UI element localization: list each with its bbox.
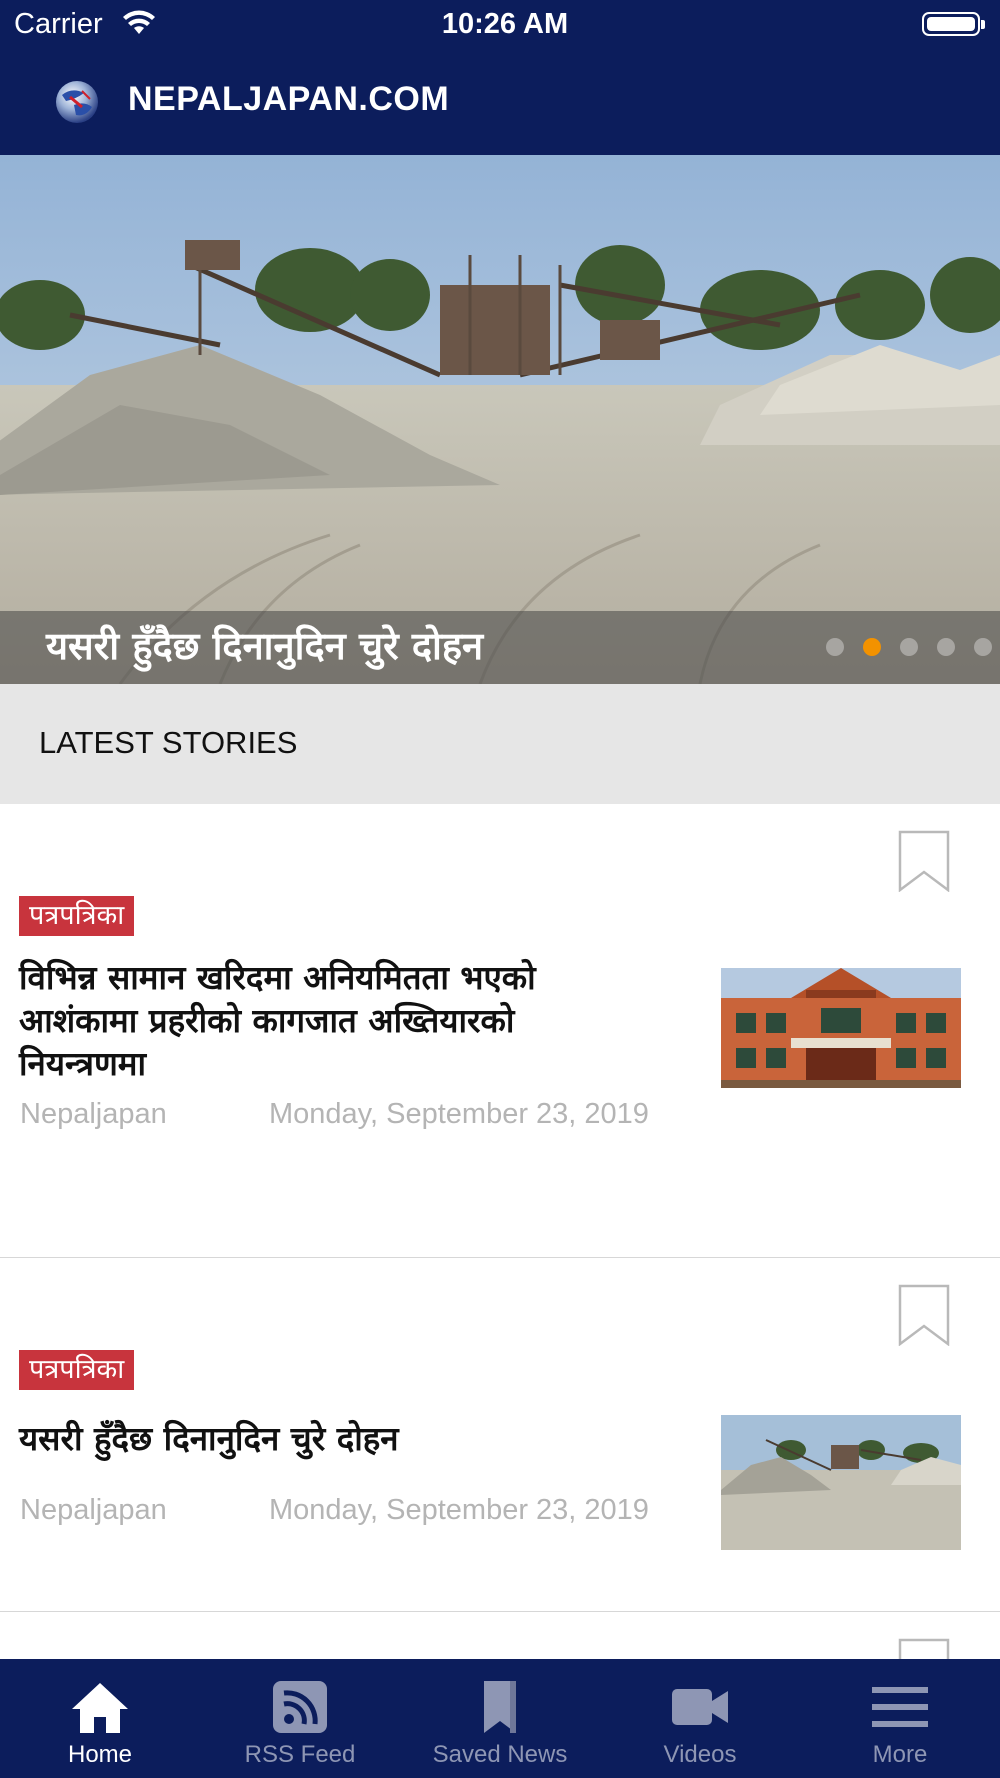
hero-caption[interactable]: यसरी हुँदैछ दिनानुदिन चुरे दोहन <box>46 619 483 671</box>
hero-caption-bar: यसरी हुँदैछ दिनानुदिन चुरे दोहन <box>0 611 1000 684</box>
bookmark-icon[interactable] <box>898 1284 950 1346</box>
headline-line: आशंकामा प्रहरीको कागजात अख्तियारको <box>19 1001 515 1040</box>
story-source: Nepaljapan <box>20 1494 167 1526</box>
carousel-dots[interactable] <box>807 638 992 660</box>
carousel-dot[interactable] <box>900 638 918 656</box>
menu-icon <box>872 1687 928 1727</box>
story-source: Nepaljapan <box>20 1098 167 1130</box>
tab-home[interactable]: Home <box>0 1659 200 1778</box>
hero-image <box>0 155 1000 684</box>
tab-label: Videos <box>663 1741 737 1768</box>
category-tag[interactable]: पत्रपत्रिका <box>19 896 135 936</box>
tab-more[interactable]: More <box>800 1659 1000 1778</box>
tab-label: Home <box>67 1741 133 1768</box>
tab-label: More <box>872 1741 928 1768</box>
headline-line: नियन्त्रणमा <box>19 1044 147 1083</box>
quarry-photo <box>721 1415 961 1550</box>
carousel-dot[interactable] <box>937 638 955 656</box>
top-bar: Carrier 10:26 AM NEPALJAPAN.COM <box>0 0 1000 155</box>
section-label: LATEST STORIES <box>39 725 298 760</box>
story-date: Monday, September 23, 2019 <box>269 1494 649 1526</box>
tab-rss-feed[interactable]: RSS Feed <box>200 1659 400 1778</box>
site-title: NEPALJAPAN.COM <box>128 80 450 118</box>
rss-icon <box>273 1681 327 1733</box>
status-time: 10:26 AM <box>441 8 569 40</box>
story-card[interactable]: पत्रपत्रिका विभिन्न सामान खरिदमा अनियमित… <box>0 804 1000 1258</box>
building-photo <box>721 968 961 1088</box>
story-headline[interactable]: विभिन्न सामान खरिदमा अनियमितता भएको आशंक… <box>19 956 659 1085</box>
story-thumbnail[interactable] <box>721 968 961 1088</box>
story-thumbnail[interactable] <box>721 1415 961 1550</box>
video-camera-icon <box>672 1689 728 1725</box>
story-date: Monday, September 23, 2019 <box>269 1098 649 1130</box>
section-header: LATEST STORIES <box>0 684 1000 804</box>
tab-videos[interactable]: Videos <box>600 1659 800 1778</box>
story-card[interactable] <box>0 1612 1000 1700</box>
story-card[interactable]: पत्रपत्रिका यसरी हुँदैछ दिनानुदिन चुरे द… <box>0 1258 1000 1612</box>
status-bar: Carrier 10:26 AM <box>0 0 1000 50</box>
tab-label: RSS Feed <box>244 1741 356 1768</box>
category-tag[interactable]: पत्रपत्रिका <box>19 1350 135 1390</box>
carousel-dot[interactable] <box>826 638 844 656</box>
bookmark-icon[interactable] <box>898 830 950 892</box>
carousel-dot-active[interactable] <box>863 638 881 656</box>
carousel-dot[interactable] <box>974 638 992 656</box>
headline-line: यसरी हुँदैछ दिनानुदिन चुरे दोहन <box>19 1419 399 1458</box>
tab-label: Saved News <box>432 1741 568 1768</box>
hero-carousel[interactable]: यसरी हुँदैछ दिनानुदिन चुरे दोहन <box>0 155 1000 684</box>
story-headline[interactable]: यसरी हुँदैछ दिनानुदिन चुरे दोहन <box>19 1417 659 1460</box>
tab-bar: Home RSS Feed Saved News Videos More <box>0 1659 1000 1778</box>
tab-saved-news[interactable]: Saved News <box>400 1659 600 1778</box>
bookmark-icon <box>484 1681 516 1733</box>
headline-line: विभिन्न सामान खरिदमा अनियमितता भएको <box>19 958 536 997</box>
battery-icon <box>922 12 985 36</box>
home-icon <box>72 1683 128 1733</box>
globe-logo-icon[interactable] <box>52 77 102 127</box>
